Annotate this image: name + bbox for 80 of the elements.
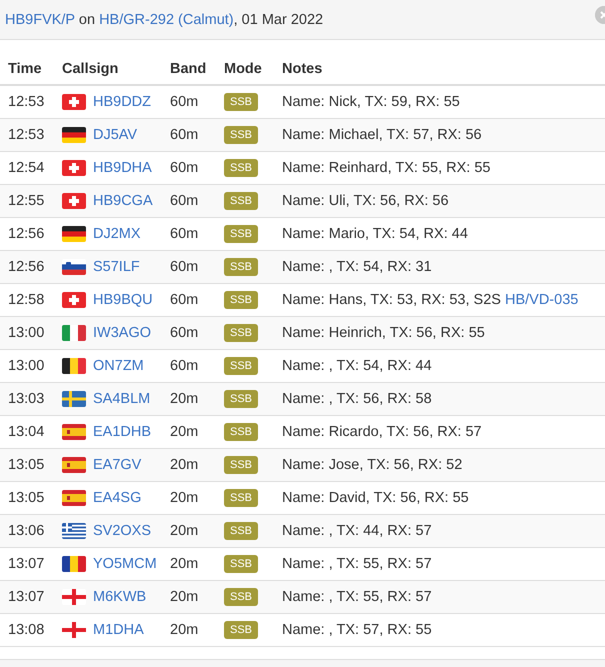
mode-badge: SSB — [224, 258, 258, 276]
time-cell: 13:05 — [0, 448, 54, 482]
callsign-link[interactable]: YO5MCM — [93, 556, 157, 572]
mode-badge: SSB — [224, 390, 258, 408]
mode-badge: SSB — [224, 357, 258, 375]
time-cell: 12:53 — [0, 118, 54, 152]
time-cell: 12:55 — [0, 184, 54, 218]
time-cell: 13:00 — [0, 316, 54, 350]
flag-icon — [62, 457, 86, 473]
column-header: Notes — [274, 53, 605, 85]
mode-badge: SSB — [224, 192, 258, 210]
flag-icon — [62, 490, 86, 506]
notes-cell: Name: Heinrich, TX: 56, RX: 55 — [274, 316, 605, 350]
flag-icon — [62, 391, 86, 407]
mode-badge: SSB — [224, 555, 258, 573]
flag-icon — [62, 622, 86, 638]
mode-badge: SSB — [224, 159, 258, 177]
mode-badge: SSB — [224, 522, 258, 540]
flag-icon — [62, 589, 86, 605]
callsign-link[interactable]: DJ5AV — [93, 127, 138, 143]
mode-badge: SSB — [224, 621, 258, 639]
band-cell: 20m — [162, 382, 216, 416]
summit-link[interactable]: HB/GR-292 (Calmut) — [99, 12, 234, 28]
mode-badge: SSB — [224, 291, 258, 309]
column-header: Band — [162, 53, 216, 85]
band-cell: 60m — [162, 316, 216, 350]
mode-badge: SSB — [224, 126, 258, 144]
time-cell: 13:06 — [0, 514, 54, 548]
mode-badge: SSB — [224, 456, 258, 474]
callsign-link[interactable]: HB9DHA — [93, 160, 152, 176]
flag-icon — [62, 556, 86, 572]
flag-icon — [62, 292, 86, 308]
callsign-link[interactable]: M1DHA — [93, 622, 144, 638]
time-cell: 12:56 — [0, 250, 54, 284]
callsign-link[interactable]: HB9DDZ — [93, 94, 152, 110]
callsign-link[interactable]: HB9BQU — [93, 292, 153, 308]
mode-badge: SSB — [224, 489, 258, 507]
mode-badge: SSB — [224, 588, 258, 606]
log-title: HB9FVK/P on HB/GR-292 (Calmut), 01 Mar 2022 — [5, 12, 324, 28]
callsign-link[interactable]: EA4SG — [93, 490, 142, 506]
band-cell: 20m — [162, 514, 216, 548]
time-cell: 13:08 — [0, 614, 54, 646]
flag-icon — [62, 325, 86, 341]
mode-badge: SSB — [224, 423, 258, 441]
notes-cell: Name: , TX: 56, RX: 58 — [274, 382, 605, 416]
mode-badge: SSB — [224, 324, 258, 342]
flag-icon — [62, 127, 86, 143]
column-header: Time — [0, 53, 54, 85]
band-cell: 60m — [162, 184, 216, 218]
flag-icon — [62, 424, 86, 440]
band-cell: 20m — [162, 614, 216, 646]
time-cell: 13:03 — [0, 382, 54, 416]
notes-cell: Name: Michael, TX: 57, RX: 56 — [274, 118, 605, 152]
flag-icon — [62, 259, 86, 275]
notes-cell: Name: Jose, TX: 56, RX: 52 — [274, 448, 605, 482]
mode-badge: SSB — [224, 225, 258, 243]
flag-icon — [62, 193, 86, 209]
band-cell: 20m — [162, 580, 216, 614]
band-cell: 60m — [162, 118, 216, 152]
activator-link[interactable]: HB9FVK/P — [5, 12, 75, 28]
notes-cell: Name: , TX: 57, RX: 55 — [274, 614, 605, 646]
notes-cell: Name: , TX: 54, RX: 31 — [274, 250, 605, 284]
summit-link[interactable]: HB/VD-035 — [504, 292, 578, 308]
band-cell: 60m — [162, 250, 216, 284]
time-cell: 13:07 — [0, 580, 54, 614]
column-header: Callsign — [54, 53, 162, 85]
flag-icon — [62, 523, 86, 539]
notes-cell: Name: Uli, TX: 56, RX: 56 — [274, 184, 605, 218]
callsign-link[interactable]: DJ2MX — [93, 226, 141, 242]
notes-cell: Name: , TX: 44, RX: 57 — [274, 514, 605, 548]
band-cell: 20m — [162, 448, 216, 482]
callsign-link[interactable]: EA1DHB — [93, 424, 152, 440]
callsign-link[interactable]: ON7ZM — [93, 358, 144, 374]
flag-icon — [62, 94, 86, 110]
column-header: Mode — [216, 53, 274, 85]
flag-icon — [62, 226, 86, 242]
flag-icon — [62, 160, 86, 176]
flag-icon — [62, 358, 86, 374]
notes-cell: Name: , TX: 55, RX: 57 — [274, 580, 605, 614]
mode-badge: SSB — [224, 93, 258, 111]
